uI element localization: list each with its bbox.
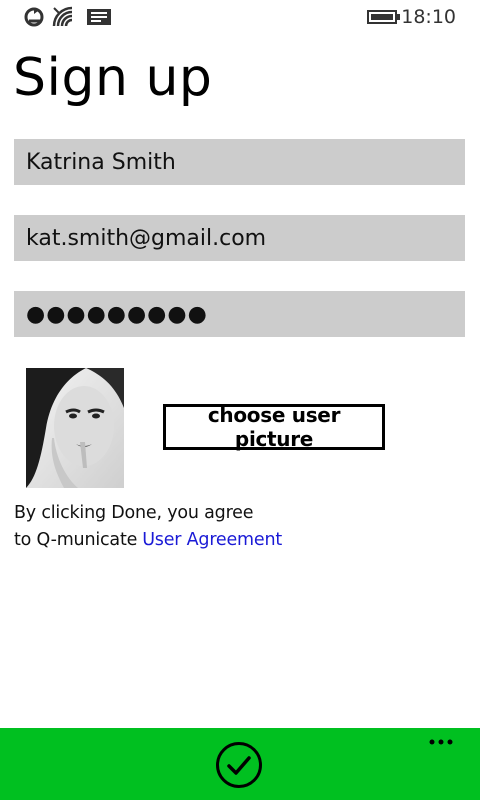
status-bar: 18:10 [0, 0, 480, 34]
signal-icon [52, 6, 76, 33]
agreement-line-2: to Q-municate [14, 530, 138, 550]
sync-icon [23, 6, 45, 33]
battery-icon [367, 10, 401, 29]
user-agreement-link[interactable]: User Agreement [142, 530, 282, 550]
avatar [26, 368, 124, 488]
agreement-line-2-wrap: to Q-municate User Agreement [14, 527, 282, 554]
message-icon [86, 8, 112, 31]
check-circle-icon [216, 742, 262, 788]
choose-picture-button[interactable]: choose user picture [163, 403, 385, 451]
name-field[interactable]: Katrina Smith [14, 139, 465, 185]
status-time: 18:10 [401, 6, 456, 28]
agreement-text: By clicking Done, you agree to Q-municat… [14, 500, 282, 554]
email-field[interactable]: kat.smith@gmail.com [14, 215, 465, 261]
avatar-photo [26, 368, 124, 488]
done-button[interactable] [215, 741, 263, 789]
agreement-line-1: By clicking Done, you agree [14, 503, 254, 523]
ellipsis-icon [429, 739, 453, 745]
app-bar [0, 728, 480, 800]
password-field[interactable]: ●●●●●●●●● [14, 291, 465, 337]
more-button[interactable] [426, 734, 458, 754]
page-title: Sign up [13, 48, 213, 108]
